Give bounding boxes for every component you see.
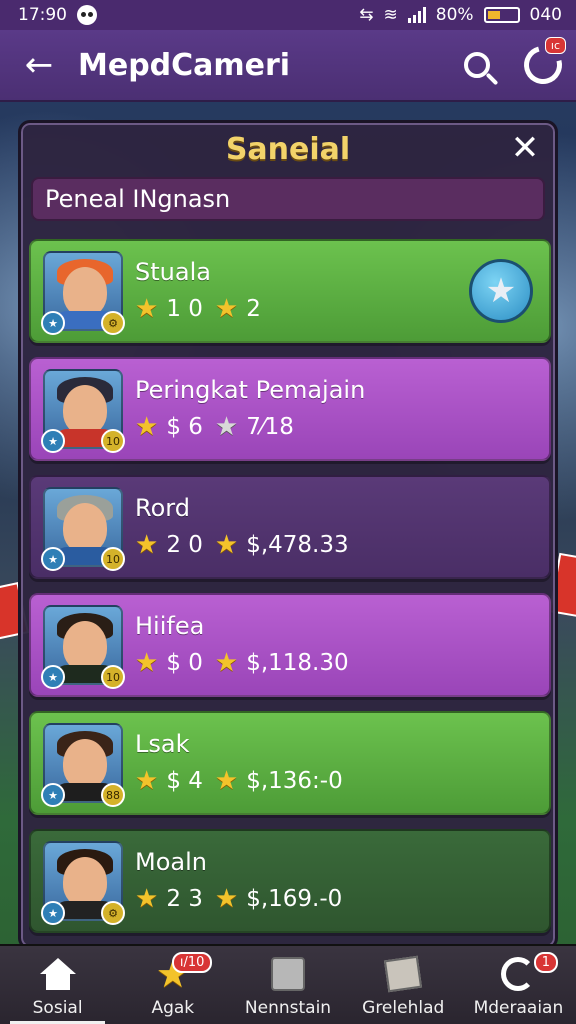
status-bar: 17:90 ⇆ ≋ 80% 040 (0, 0, 576, 30)
panel-title: Saneial (225, 131, 351, 167)
player-stat-2: $,136:-0 (246, 768, 343, 794)
nav-label: Nennstain (244, 998, 332, 1018)
mute-icon: ⇆ (359, 5, 374, 25)
level-badge: 88 (101, 783, 125, 807)
nav-label: Grelehlad (362, 998, 445, 1018)
nav-badge: 1 (533, 952, 559, 973)
player-stat-1: 2 0 (166, 532, 203, 558)
player-row[interactable]: ★ 10 Hiifea ★ $ 0 ★ $,118.30 (29, 593, 551, 697)
player-stat-2: 2 (246, 296, 261, 322)
player-name: Rord (135, 494, 190, 522)
nav-item-mderaaian[interactable]: Mderaaian 1 (461, 946, 576, 1024)
box-icon (268, 954, 308, 994)
star-icon: ★ (135, 766, 159, 796)
close-icon[interactable]: ✕ (509, 131, 541, 165)
star-icon: ★ (214, 530, 239, 560)
player-stat-1: $ 6 (166, 414, 203, 440)
nav-item-agak[interactable]: ★ Agak ı/10 (115, 946, 230, 1024)
star-icon: ★ (135, 412, 159, 442)
level-badge: 10 (101, 547, 125, 571)
player-name: Moaln (135, 848, 207, 876)
star-icon: ★ (135, 294, 159, 324)
player-avatar: ★ 10 (41, 369, 125, 453)
cycle-icon (498, 954, 538, 994)
player-avatar: ★ ⚙ (41, 251, 125, 335)
star-icon: ★ (135, 530, 159, 560)
star-icon: ★ (214, 766, 239, 796)
nav-label: Mderaaian (473, 998, 564, 1018)
player-avatar: ★ 10 (41, 487, 125, 571)
player-stat-2: $,118.30 (246, 650, 349, 676)
rank-badge-icon: ★ (41, 665, 65, 689)
rank-badge-icon: ★ (41, 311, 65, 335)
level-badge: 10 (101, 665, 125, 689)
battery-icon (483, 7, 520, 23)
rank-badge-icon: ★ (41, 783, 65, 807)
rank-badge-icon: ★ (41, 429, 65, 453)
app-title: MepdCameri (78, 47, 291, 83)
home-icon (38, 954, 78, 994)
player-row[interactable]: ★ 10 Rord ★ 2 0 ★ $,478.33 (29, 475, 551, 579)
app-bar: ← MepdCameri ıc (0, 30, 576, 102)
nav-badge: ı/10 (171, 952, 213, 973)
bottom-navigation: Sosial ★ Agak ı/10 Nennstain Grelehlad M… (0, 944, 576, 1024)
search-icon (464, 52, 490, 78)
status-time: 17:90 (18, 5, 67, 25)
favorite-star-button[interactable]: ★ (469, 259, 533, 323)
signal-icon (407, 7, 426, 23)
player-row[interactable]: ★ 88 Lsak ★ $ 4 ★ $,136:-0 (29, 711, 551, 815)
player-list: ★ ⚙ Stuala ★ 1 0 ★ 2 ★ ★ 10 Peringkat Pe… (29, 239, 551, 947)
player-name: Peringkat Pemajain (135, 376, 366, 404)
level-badge: ⚙ (101, 901, 125, 925)
player-stat-2: $,478.33 (246, 532, 349, 558)
battery-percent: 80% (435, 5, 474, 25)
star-icon: ★ (214, 648, 239, 678)
star-icon: ★ (214, 412, 239, 442)
star-icon: ★ (214, 884, 239, 914)
refresh-button[interactable]: ıc (510, 29, 576, 101)
refresh-badge: ıc (544, 37, 566, 54)
level-badge: 10 (101, 429, 125, 453)
nav-item-sosial[interactable]: Sosial (0, 946, 115, 1024)
player-avatar: ★ 10 (41, 605, 125, 689)
player-row[interactable]: ★ ⚙ Moaln ★ 2 3 ★ $,169.-0 (29, 829, 551, 933)
star-icon: ★ (135, 884, 159, 914)
nav-item-nennstain[interactable]: Nennstain (230, 946, 345, 1024)
wifi-icon: ≋ (383, 5, 398, 25)
player-stat-2: $,169.-0 (246, 886, 343, 912)
rank-badge-icon: ★ (41, 547, 65, 571)
level-badge: ⚙ (101, 311, 125, 335)
nav-label: Agak (151, 998, 195, 1018)
ranking-panel: Saneial ✕ Peneal INgnasn ★ ⚙ Stuala ★ 1 … (18, 120, 558, 950)
star-icon: ★ (135, 648, 159, 678)
package-icon (383, 954, 423, 994)
player-avatar: ★ ⚙ (41, 841, 125, 925)
nav-label: Sosial (32, 998, 83, 1018)
player-stat-1: 1 0 (166, 296, 203, 322)
rank-badge-icon: ★ (41, 901, 65, 925)
player-stat-1: $ 4 (166, 768, 203, 794)
player-stat-1: 2 3 (166, 886, 203, 912)
player-stat-1: $ 0 (166, 650, 203, 676)
player-name: Stuala (135, 258, 211, 286)
notification-icon (77, 5, 97, 25)
back-arrow-icon[interactable]: ← (0, 29, 78, 101)
player-name: Hiifea (135, 612, 205, 640)
player-name: Lsak (135, 730, 190, 758)
player-avatar: ★ 88 (41, 723, 125, 807)
player-row[interactable]: ★ 10 Peringkat Pemajain ★ $ 6 ★ 7⁄18 (29, 357, 551, 461)
status-extra: 040 (529, 5, 562, 25)
panel-subtitle: Peneal INgnasn (45, 185, 231, 213)
panel-subtitle-bar[interactable]: Peneal INgnasn (31, 177, 545, 221)
star-icon: ★ (214, 294, 239, 324)
player-row[interactable]: ★ ⚙ Stuala ★ 1 0 ★ 2 ★ (29, 239, 551, 343)
search-button[interactable] (444, 29, 510, 101)
panel-header: Saneial ✕ (21, 123, 555, 175)
player-stat-2: 7⁄18 (246, 414, 294, 440)
nav-item-grelehlad[interactable]: Grelehlad (346, 946, 461, 1024)
